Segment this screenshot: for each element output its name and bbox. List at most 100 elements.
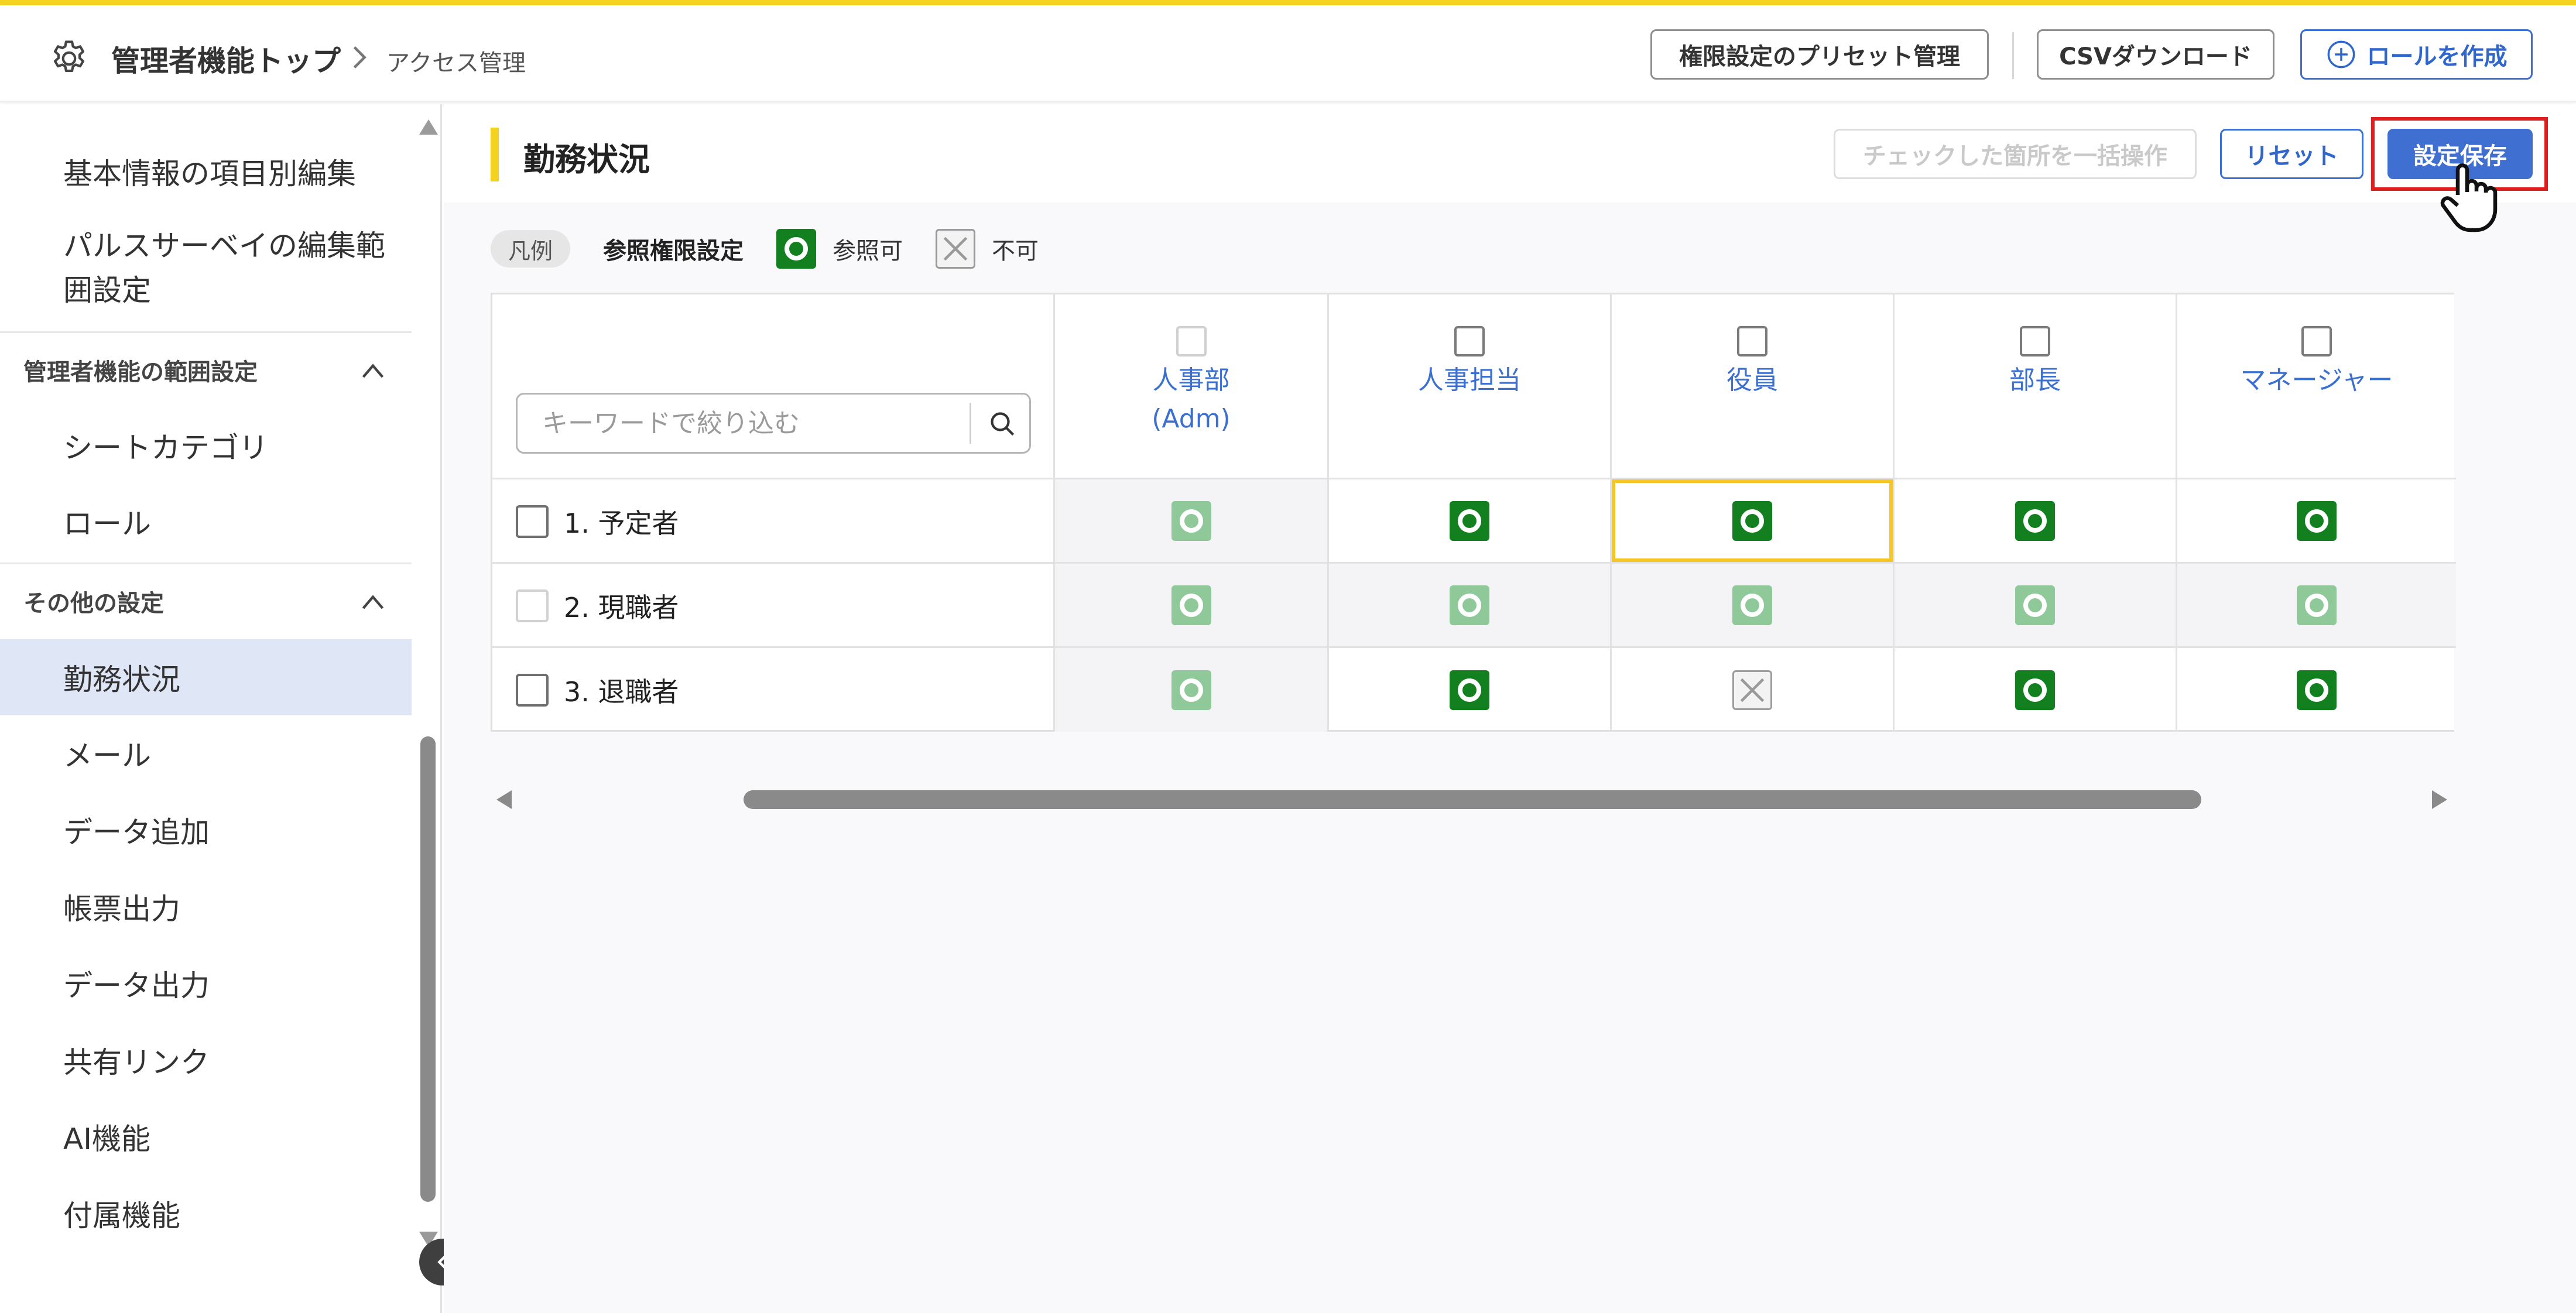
permission-cell[interactable] [1055,564,1327,646]
bulk-operation-label: チェックした箇所を一括操作 [1863,143,2167,170]
breadcrumb-admin-top[interactable]: 管理者機能トップ [111,38,341,80]
denied-icon [1732,670,1772,710]
allowed-icon [2015,585,2055,625]
column-header-hr-staff[interactable]: 人事担当 [1329,294,1610,478]
allowed-icon [2297,585,2337,625]
permission-cell[interactable] [1895,564,2176,646]
permission-cell[interactable] [1329,648,1610,732]
sidebar-section-label: その他の設定 [23,589,164,617]
title-bar: 勤務状況 チェックした箇所を一括操作 リセット 設定保存 [444,104,2576,232]
permission-cell[interactable] [1329,479,1610,562]
permission-cell[interactable] [1895,479,2176,562]
sidebar-item-basic-info-edit[interactable]: 基本情報の項目別編集 [0,139,412,204]
sidebar-item-mail[interactable]: メール [0,715,412,791]
sidebar-item-data-output[interactable]: データ出力 [0,945,412,1021]
chevron-right-icon [353,46,366,68]
sidebar-section-label: 管理者機能の範囲設定 [23,358,258,386]
scroll-up-arrow-icon[interactable] [419,119,438,135]
column-select-checkbox[interactable] [2020,326,2050,356]
allowed-icon [1732,585,1772,625]
sidebar-item-data-add[interactable]: データ追加 [0,792,412,868]
row-select-checkbox[interactable] [516,505,549,538]
legend-tag: 凡例 [491,230,571,268]
scroll-left-arrow-icon[interactable] [496,790,512,809]
column-select-checkbox[interactable] [1737,326,1767,356]
permission-cell[interactable] [1612,564,1893,646]
table-row[interactable]: 2. 現職者 [516,564,679,648]
plus-circle-icon [2327,40,2355,68]
legend-allowed-label: 参照可 [833,238,903,265]
sidebar-item-label: メール [63,739,151,773]
legend: 凡例 参照権限設定 参照可 不可 [491,228,1039,269]
sidebar-item-label: 勤務状況 [63,663,180,697]
keyword-search-input[interactable] [518,395,968,452]
sidebar-item-label: データ出力 [63,969,210,1003]
row-select-checkbox[interactable] [516,589,549,622]
sidebar-item-label: データ追加 [63,815,210,849]
csv-download-button[interactable]: CSVダウンロード [2037,29,2274,80]
chevron-up-icon [362,364,384,378]
row-label: 2. 現職者 [564,592,679,623]
title-accent-bar [491,128,499,181]
sidebar-item-report-output[interactable]: 帳票出力 [0,869,412,945]
scroll-right-arrow-icon[interactable] [2432,790,2447,809]
table-row[interactable]: 3. 退職者 [516,648,679,732]
column-header-manager[interactable]: マネージャー [2177,294,2456,478]
column-header-hr-adm[interactable]: 人事部 (Adm) [1055,294,1327,478]
sidebar-item-ai[interactable]: AI機能 [0,1099,412,1175]
permission-cell[interactable] [1055,479,1327,562]
csv-download-label: CSVダウンロード [2059,43,2252,70]
column-header-executive[interactable]: 役員 [1612,294,1893,478]
allowed-icon [2297,500,2337,541]
sidebar-item-pulse-survey-scope[interactable]: パルスサーベイの編集範囲設定 [0,215,412,321]
sidebar-item-role[interactable]: ロール [0,484,412,560]
sidebar-item-label: ロール [63,507,151,541]
sidebar-item-label: 付属機能 [63,1199,180,1233]
allowed-icon [2297,670,2337,710]
permission-cell[interactable] [1329,564,1610,646]
search-icon[interactable] [986,407,1019,440]
column-header-department-head[interactable]: 部長 [1895,294,2176,478]
column-label: 役員 [1727,365,1778,395]
column-select-checkbox[interactable] [1176,326,1207,356]
sidebar-item-label: パルスサーベイの編集範囲設定 [63,229,385,307]
sidebar-section-admin-scope[interactable]: 管理者機能の範囲設定 [0,331,412,406]
table-horizontal-scroll-thumb[interactable] [744,790,2201,809]
permission-cell[interactable] [2177,479,2456,562]
sidebar-item-label: AI機能 [63,1122,150,1156]
reset-button[interactable]: リセット [2220,129,2363,179]
sidebar-scroll-thumb[interactable] [420,736,436,1202]
allowed-icon [1171,670,1211,710]
column-label: 人事部 (Adm) [1152,365,1231,434]
permission-cell[interactable] [1895,648,2176,732]
row-select-checkbox[interactable] [516,674,549,707]
permission-cell[interactable] [2177,564,2456,646]
column-select-checkbox[interactable] [2301,326,2332,356]
create-role-button[interactable]: ロールを作成 [2300,29,2533,80]
permission-cell-focused[interactable] [1612,479,1893,562]
permission-cell[interactable] [1612,648,1893,732]
sidebar: 基本情報の項目別編集 パルスサーベイの編集範囲設定 管理者機能の範囲設定 シート… [0,104,442,1313]
sidebar-item-sheet-category[interactable]: シートカテゴリ [0,407,412,484]
reset-label: リセット [2245,143,2339,170]
column-label: マネージャー [2240,365,2393,395]
allowed-icon [1450,500,1489,541]
preset-management-button[interactable]: 権限設定のプリセット管理 [1650,29,1989,80]
sidebar-item-work-status[interactable]: 勤務状況 [0,639,412,715]
sidebar-item-share-link[interactable]: 共有リンク [0,1022,412,1098]
bulk-operation-button[interactable]: チェックした箇所を一括操作 [1834,129,2197,179]
gear-icon[interactable] [48,37,90,80]
sidebar-item-label: 共有リンク [63,1045,210,1079]
sidebar-item-accessory[interactable]: 付属機能 [0,1175,412,1252]
allowed-icon [776,229,817,269]
permission-table: 人事部 (Adm) 人事担当 役員 部長 マネージャー 1. 予定者 2. 現職… [491,293,2456,732]
keyword-filter [516,393,1031,454]
permission-cell[interactable] [1055,648,1327,732]
table-row[interactable]: 1. 予定者 [516,479,679,564]
breadcrumb-access-management: アクセス管理 [386,50,526,77]
column-select-checkbox[interactable] [1454,326,1485,356]
sidebar-section-other-settings[interactable]: その他の設定 [0,563,412,637]
row-label: 1. 予定者 [564,508,679,539]
permission-cell[interactable] [2177,648,2456,732]
header-divider [2012,32,2014,79]
